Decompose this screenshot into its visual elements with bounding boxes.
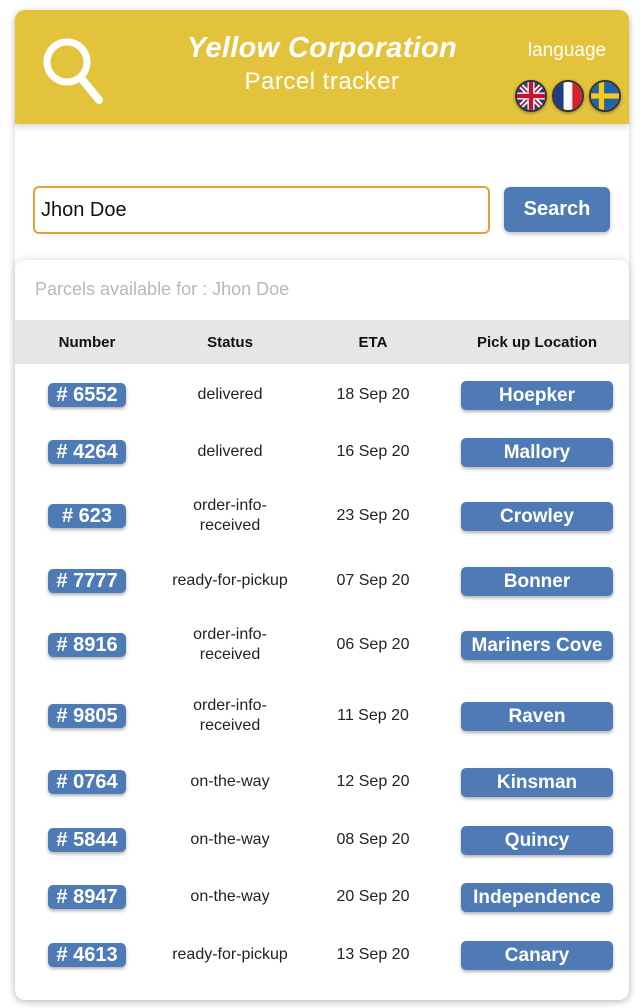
table-row: # 7777 ready-for-pickup 07 Sep 20 Bonner bbox=[15, 559, 629, 603]
number-cell: # 4264 bbox=[15, 440, 159, 464]
pickup-location-button[interactable]: Crowley bbox=[461, 501, 613, 531]
status-cell: on-the-way bbox=[190, 888, 270, 905]
eta-cell: 16 Sep 20 bbox=[336, 443, 410, 460]
location-cell: Independence bbox=[445, 882, 629, 912]
column-header-status: Status bbox=[207, 333, 253, 351]
eta-cell: 20 Sep 20 bbox=[336, 888, 410, 905]
parcel-number-badge[interactable]: # 4264 bbox=[48, 440, 126, 464]
table-row: # 9805 order-info-received 11 Sep 20 Raven bbox=[15, 694, 629, 738]
parcel-number-badge[interactable]: # 9805 bbox=[48, 704, 126, 728]
eta-cell: 06 Sep 20 bbox=[336, 636, 410, 653]
status-cell: order-info-received bbox=[193, 497, 267, 534]
status-cell: order-info-received bbox=[193, 697, 267, 734]
status-cell: ready-for-pickup bbox=[172, 946, 288, 963]
status-cell: on-the-way bbox=[190, 831, 270, 848]
parcel-number-badge[interactable]: # 8916 bbox=[48, 633, 126, 657]
status-cell: order-info-received bbox=[193, 626, 267, 663]
table-row: # 8916 order-info-received 06 Sep 20 Marine… bbox=[15, 623, 629, 667]
location-cell: Kinsman bbox=[445, 767, 629, 797]
number-cell: # 8916 bbox=[15, 633, 159, 657]
column-header-number: Number bbox=[58, 333, 116, 351]
table-header: Number Status ETA Pick up Location bbox=[15, 320, 629, 364]
column-header-pickup-location: Pick up Location bbox=[476, 333, 597, 351]
header-bar: Yellow Corporation Parcel tracker langua… bbox=[15, 10, 629, 124]
parcel-number-badge[interactable]: # 623 bbox=[48, 504, 126, 528]
status-cell: delivered bbox=[197, 443, 263, 460]
parcel-number-badge[interactable]: # 5844 bbox=[48, 828, 126, 852]
table-row: # 8947 on-the-way 20 Sep 20 Independence bbox=[15, 875, 629, 919]
results-caption: Parcels available for : Jhon Doe bbox=[35, 279, 290, 299]
location-cell: Mallory bbox=[445, 437, 629, 467]
language-selector bbox=[515, 80, 621, 112]
france-flag-icon[interactable] bbox=[552, 80, 584, 112]
eta-cell: 11 Sep 20 bbox=[337, 707, 409, 724]
pickup-location-button[interactable]: Mariners Cove bbox=[461, 630, 613, 660]
status-cell: delivered bbox=[197, 386, 263, 403]
search-input[interactable] bbox=[33, 186, 490, 234]
uk-flag-icon[interactable] bbox=[515, 80, 547, 112]
number-cell: # 0764 bbox=[15, 770, 159, 794]
number-cell: # 8947 bbox=[15, 885, 159, 909]
magnifier-icon bbox=[41, 36, 105, 104]
location-cell: Canary bbox=[445, 940, 629, 970]
eta-cell: 18 Sep 20 bbox=[336, 386, 410, 403]
status-cell: ready-for-pickup bbox=[172, 572, 288, 589]
location-cell: Mariners Cove bbox=[445, 630, 629, 660]
table-row: # 0764 on-the-way 12 Sep 20 Kinsman bbox=[15, 760, 629, 804]
app-subtitle: Parcel tracker bbox=[244, 68, 400, 95]
eta-cell: 08 Sep 20 bbox=[336, 831, 410, 848]
number-cell: # 7777 bbox=[15, 569, 159, 593]
pickup-location-button[interactable]: Raven bbox=[461, 701, 613, 731]
location-cell: Raven bbox=[445, 701, 629, 731]
location-cell: Quincy bbox=[445, 825, 629, 855]
pickup-location-button[interactable]: Quincy bbox=[461, 825, 613, 855]
parcel-number-badge[interactable]: # 6552 bbox=[48, 383, 126, 407]
language-label: language bbox=[527, 40, 607, 61]
eta-cell: 12 Sep 20 bbox=[336, 773, 410, 790]
parcel-number-badge[interactable]: # 0764 bbox=[48, 770, 126, 794]
status-cell: on-the-way bbox=[190, 773, 270, 790]
number-cell: # 9805 bbox=[15, 704, 159, 728]
number-cell: # 5844 bbox=[15, 828, 159, 852]
brand-block: Yellow Corporation Parcel tracker bbox=[165, 32, 479, 96]
results-panel: Parcels available for : Jhon Doe Number … bbox=[15, 260, 629, 1000]
parcel-number-badge[interactable]: # 8947 bbox=[48, 885, 126, 909]
table-row: # 5844 on-the-way 08 Sep 20 Quincy bbox=[15, 818, 629, 862]
column-header-eta: ETA bbox=[358, 333, 388, 351]
eta-cell: 13 Sep 20 bbox=[336, 946, 410, 963]
parcel-number-badge[interactable]: # 4613 bbox=[48, 943, 126, 967]
eta-cell: 23 Sep 20 bbox=[336, 507, 410, 524]
pickup-location-button[interactable]: Hoepker bbox=[461, 380, 613, 410]
location-cell: Hoepker bbox=[445, 380, 629, 410]
parcel-number-badge[interactable]: # 7777 bbox=[48, 569, 126, 593]
location-cell: Crowley bbox=[445, 501, 629, 531]
parcel-tracker-app: Yellow Corporation Parcel tracker langua… bbox=[15, 10, 629, 1000]
pickup-location-button[interactable]: Canary bbox=[461, 940, 613, 970]
eta-cell: 07 Sep 20 bbox=[336, 572, 410, 589]
pickup-location-button[interactable]: Bonner bbox=[461, 566, 613, 596]
table-row: # 6552 delivered 18 Sep 20 Hoepker bbox=[15, 373, 629, 417]
pickup-location-button[interactable]: Mallory bbox=[461, 437, 613, 467]
number-cell: # 6552 bbox=[15, 383, 159, 407]
number-cell: # 4613 bbox=[15, 943, 159, 967]
table-row: # 4264 delivered 16 Sep 20 Mallory bbox=[15, 430, 629, 474]
sweden-flag-icon[interactable] bbox=[589, 80, 621, 112]
search-button[interactable]: Search bbox=[504, 187, 610, 232]
number-cell: # 623 bbox=[15, 504, 159, 528]
table-row: # 623 order-info-received 23 Sep 20 Crowley bbox=[15, 494, 629, 538]
company-name: Yellow Corporation bbox=[186, 32, 458, 64]
pickup-location-button[interactable]: Independence bbox=[461, 882, 613, 912]
table-row: # 4613 ready-for-pickup 13 Sep 20 Canary bbox=[15, 933, 629, 977]
pickup-location-button[interactable]: Kinsman bbox=[461, 767, 613, 797]
location-cell: Bonner bbox=[445, 566, 629, 596]
